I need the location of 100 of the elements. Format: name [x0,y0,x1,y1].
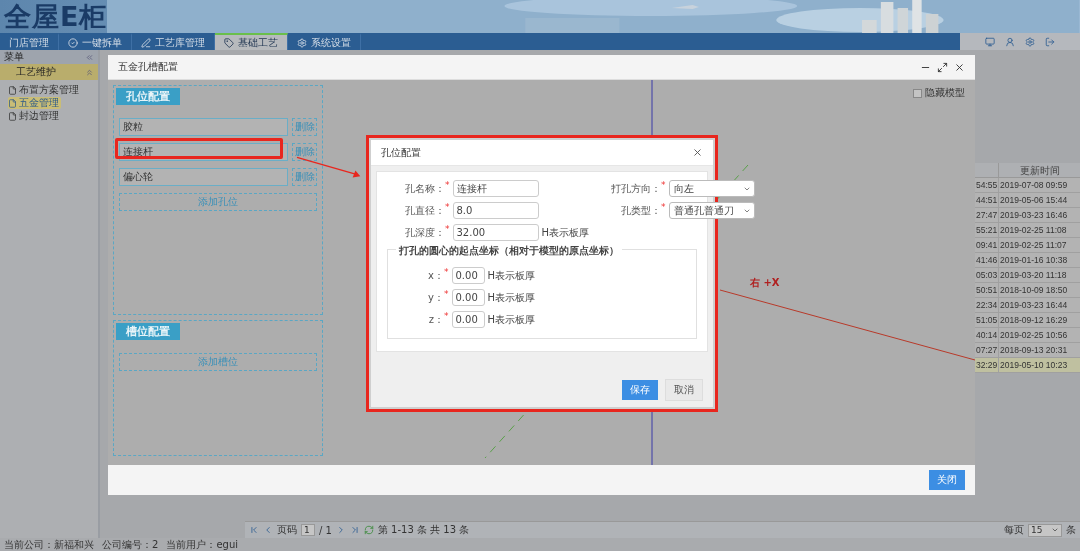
page-summary: 第 1-13 条 共 13 条 [377,523,470,537]
save-button[interactable]: 保存 [622,380,658,400]
axis-label: 右 +X [750,276,780,290]
hole-name-field[interactable]: 偏心轮 [119,168,288,186]
tree-item[interactable]: 五金管理 [8,97,61,109]
page-field[interactable]: 1 [301,524,315,536]
required-mark: * [661,180,666,190]
input-field[interactable]: 0.00 [451,267,485,284]
last-page-icon[interactable] [349,525,360,535]
first-page-icon[interactable] [249,525,259,535]
input-field[interactable]: 8.0 [452,202,539,219]
field-label: 孔直径： [404,203,445,218]
table-cell-text: 2018-09-13 20:31 [999,344,1069,357]
monitor-icon[interactable] [985,36,995,47]
table-cell-text: 2019-03-23 16:44 [999,299,1069,312]
table-row[interactable]: 32:29 2019-05-10 10:23 [975,358,1080,373]
settings-icon[interactable] [1025,36,1035,47]
table-row[interactable]: 50:51 2018-10-09 18:50 [975,283,1080,298]
field-label: 孔名称： [404,181,445,196]
table-cell-text: 2018-10-09 18:50 [999,284,1069,297]
table-row[interactable]: 05:03 2019-03-20 11:18 [975,268,1080,283]
input-field[interactable]: 0.00 [451,311,485,328]
app-logo: 全屋E柜 [3,0,108,34]
table-cell-text: 2019-03-23 16:46 [999,209,1069,222]
required-mark: * [444,267,449,277]
panel-title: 孔位配置 [116,88,180,105]
field-label: 孔类型： [620,204,662,218]
tree-item[interactable]: 封边管理 [8,110,61,122]
select-field[interactable]: 向左 [668,180,755,197]
required-mark: * [444,289,449,299]
table-row[interactable]: 51:05 2018-09-12 16:29 [975,313,1080,328]
close-icon[interactable] [954,61,965,73]
field-label: 打孔方向： [610,182,662,196]
caret-icon [1051,526,1059,534]
logout-icon[interactable] [1045,36,1055,47]
file-icon [8,85,17,95]
required-mark: * [445,202,450,212]
field-label: x： [427,268,444,283]
collapse-icon[interactable] [85,52,94,62]
table-row[interactable]: 55:21 2019-02-25 11:08 [975,223,1080,238]
group-legend: 打孔的圆心的起点坐标（相对于模型的原点坐标） [396,244,622,258]
table-cell-text: 2019-07-08 09:59 [999,179,1069,192]
tag-icon [224,37,234,48]
file-icon [8,111,17,121]
per-page-select[interactable]: 15 [1028,523,1062,537]
previous-page-icon[interactable] [263,525,273,535]
field-hint: H表示板厚 [487,290,536,305]
status-text: 当前公司：新福和兴 [4,538,94,551]
table-row[interactable]: 44:51 2019-05-06 15:44 [975,193,1080,208]
table-row[interactable]: 40:14 2019-02-25 10:56 [975,328,1080,343]
check-icon [68,37,78,48]
required-mark: * [444,311,449,321]
tree-item[interactable]: 布置方案管理 [8,84,81,96]
table-row[interactable]: 41:46 2019-01-16 10:38 [975,253,1080,268]
table-cell-text: 2019-02-25 10:56 [999,329,1069,342]
table-row[interactable]: 22:34 2019-03-23 16:44 [975,298,1080,313]
chevron-up-icon [85,67,94,77]
user-icon[interactable] [1005,36,1015,47]
pen-icon [141,37,151,48]
input-field[interactable]: 0.00 [451,289,485,306]
table-cell-text: 2019-03-20 11:18 [999,269,1068,282]
section-header[interactable]: 工艺维护 [0,64,98,80]
close-icon[interactable] [692,147,703,158]
table-row[interactable]: 27:47 2019-03-23 16:46 [975,208,1080,223]
page-label: 页码 [277,523,297,537]
field-label: z： [427,312,444,327]
select-field[interactable]: 普通孔普通刀 [668,202,755,219]
page-total: / 1 [319,524,332,536]
file-icon [8,98,17,108]
sidebar-title: 菜单 [4,50,24,64]
table-row[interactable]: 07:27 2018-09-13 20:31 [975,343,1080,358]
hole-name-field[interactable]: 胶粒 [119,118,288,136]
required-mark: * [661,202,666,212]
nav-tab[interactable]: 基础工艺 [215,33,288,50]
per-page-unit: 条 [1066,523,1076,537]
input-field[interactable]: 连接杆 [452,180,539,197]
field-label: 孔深度： [404,225,445,240]
table-row[interactable]: 54:55 2019-07-08 09:59 [975,178,1080,193]
status-text: 公司编号：2 [102,538,159,551]
section-title: 工艺维护 [16,65,56,79]
close-button[interactable]: 关闭 [929,470,965,490]
hide-model-checkbox[interactable]: 隐藏模型 [913,86,965,100]
field-label: y： [427,290,444,305]
settings-icon [297,37,307,48]
field-hint: H表示板厚 [487,312,536,327]
table-cell-text: 2019-02-25 11:08 [999,224,1068,237]
table-cell-text: 2019-05-06 15:44 [999,194,1069,207]
maximize-icon[interactable] [937,61,948,73]
dialog-title: 五金孔槽配置 [118,60,178,74]
dialog-title: 孔位配置 [381,145,421,160]
refresh-icon[interactable] [363,525,374,535]
status-text: 当前用户：egui [166,538,238,551]
table-cell-text: 2018-09-12 16:29 [999,314,1069,327]
table-cell-text: 2019-01-16 10:38 [999,254,1069,267]
cancel-button[interactable]: 取消 [665,379,703,401]
table-row[interactable]: 09:41 2019-02-25 11:07 [975,238,1080,253]
panel-title: 槽位配置 [116,323,180,340]
input-field[interactable]: 32.00 [452,224,539,241]
nav-tab[interactable]: 系统设置 [288,33,361,50]
field-hint: H表示板厚 [541,225,590,240]
